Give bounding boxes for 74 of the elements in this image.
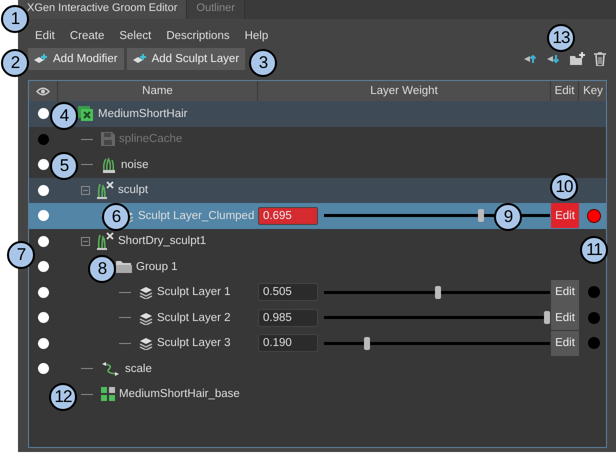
connector-icon (81, 394, 93, 395)
visibility-toggle[interactable] (38, 184, 49, 196)
diamond-plus-icon (33, 53, 49, 65)
connector-icon (119, 342, 131, 344)
weight-field[interactable]: 0.695 (258, 206, 318, 225)
folder-icon (116, 260, 132, 274)
item-name: sculpt (118, 184, 148, 196)
key-dot[interactable] (586, 208, 600, 223)
description-icon (78, 106, 94, 122)
scale-arrows-icon (101, 360, 121, 377)
slider-thumb[interactable] (435, 286, 442, 299)
trash-icon[interactable] (594, 52, 606, 66)
edit-button[interactable]: Edit (551, 280, 579, 305)
slider-thumb[interactable] (544, 311, 550, 324)
connector-icon (81, 368, 93, 370)
menu-item[interactable]: Descriptions (166, 30, 230, 42)
menu-item[interactable]: Create (70, 30, 104, 42)
slider-thumb[interactable] (364, 336, 370, 350)
item-name[interactable]: ShortDry_sculpt1 (118, 235, 206, 248)
key-dot[interactable] (588, 312, 600, 324)
connector-icon (119, 317, 131, 318)
connector-icon (119, 292, 131, 293)
hair-tuft-icon (101, 156, 117, 173)
connector-icon (81, 164, 93, 166)
visibility-toggle[interactable] (38, 363, 49, 374)
item-name[interactable]: noise (121, 158, 148, 171)
item-name[interactable]: MediumShortHair_base (119, 388, 240, 400)
key-dot[interactable] (588, 337, 600, 350)
item-name: MediumShortHair (98, 108, 188, 120)
weight-field[interactable]: 0.190 (258, 334, 318, 352)
menu-item[interactable]: Help (244, 30, 268, 42)
toolbar-button[interactable]: Add Sculpt Layer (126, 48, 246, 70)
visibility-toggle[interactable] (38, 286, 49, 298)
visibility-toggle[interactable] (38, 108, 49, 120)
weight-field[interactable]: 0.985 (258, 308, 318, 327)
item-name[interactable]: scale (125, 362, 152, 375)
layers-icon (139, 285, 153, 300)
callout-tooltip: 7 (7, 241, 35, 269)
edit-button[interactable]: Edit (551, 305, 579, 330)
weight-field[interactable]: 0.505 (258, 283, 318, 302)
item-name[interactable]: Sculpt Layer 2 (157, 312, 231, 324)
visibility-toggle[interactable] (38, 159, 49, 170)
collapse-icon[interactable] (81, 186, 90, 195)
menu-item[interactable]: Edit (35, 30, 55, 42)
key-dot[interactable] (588, 286, 600, 298)
visibility-toggle[interactable] (38, 210, 49, 222)
eye-icon (36, 86, 50, 96)
edit-button[interactable]: Edit (551, 203, 579, 228)
collapse-icon[interactable] (81, 236, 90, 246)
visibility-toggle[interactable] (38, 236, 49, 247)
connector-icon (81, 138, 93, 140)
item-name[interactable]: Sculpt Layer 3 (157, 337, 231, 350)
visibility-toggle[interactable] (38, 261, 49, 272)
callout-tooltip: 1 (1, 5, 29, 33)
menu-item[interactable]: Select (119, 30, 152, 42)
grid-icon (101, 387, 115, 402)
visibility-toggle[interactable] (38, 338, 49, 349)
layers-icon (139, 336, 153, 350)
visibility-toggle[interactable] (38, 312, 49, 324)
diamond-plus-icon (132, 53, 148, 65)
item-name[interactable]: Sculpt Layer 1 (157, 286, 231, 298)
sculpt-brush-icon (96, 181, 114, 200)
move-down-icon[interactable] (546, 53, 560, 65)
callout-tooltip: 2 (1, 49, 29, 77)
item-name: Sculpt Layer_Clumped (138, 210, 254, 222)
slider-thumb[interactable] (478, 209, 484, 222)
layers-icon (139, 310, 153, 325)
toolbar-button[interactable]: Add Modifier (28, 48, 124, 70)
new-folder-icon[interactable] (569, 52, 585, 66)
sculpt-brush-icon (96, 232, 114, 250)
edit-button[interactable]: Edit (551, 330, 579, 356)
move-up-icon[interactable] (523, 53, 537, 65)
item-name[interactable]: Group 1 (136, 260, 178, 273)
tab[interactable]: XGen Interactive Groom Editor (18, 0, 188, 19)
